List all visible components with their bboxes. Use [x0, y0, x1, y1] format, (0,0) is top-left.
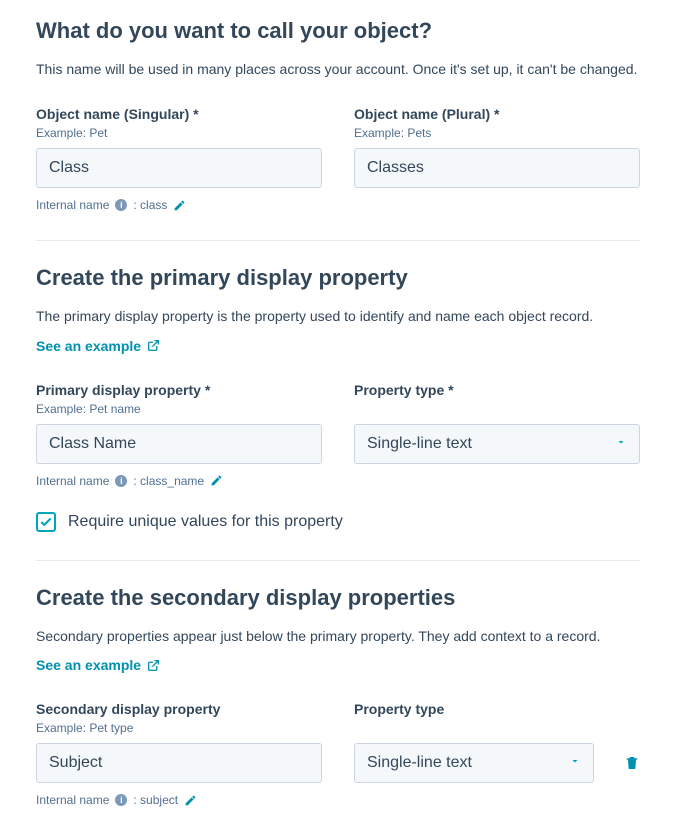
secondary-type-value: Single-line text [367, 754, 472, 772]
secondary-internal-label: Internal name [36, 793, 109, 807]
secondary-internal-value: : subject [133, 793, 178, 807]
primary-type-value: Single-line text [367, 435, 472, 453]
primary-internal-label: Internal name [36, 474, 109, 488]
info-icon[interactable]: i [115, 794, 127, 806]
section1-desc: This name will be used in many places ac… [36, 58, 640, 80]
spacer [354, 721, 604, 735]
info-icon[interactable]: i [115, 199, 127, 211]
plural-example: Example: Pets [354, 126, 640, 140]
secondary-property-row: Secondary display property Example: Pet … [36, 701, 640, 807]
chevron-down-icon [615, 435, 627, 453]
pencil-icon[interactable] [184, 794, 197, 807]
see-example-label: See an example [36, 657, 141, 673]
secondary-input[interactable] [36, 743, 322, 783]
singular-example: Example: Pet [36, 126, 322, 140]
secondary-label: Secondary display property [36, 701, 322, 717]
secondary-type-label: Property type [354, 701, 604, 717]
see-example-label: See an example [36, 338, 141, 354]
primary-type-label: Property type * [354, 382, 640, 398]
section3-title: Create the secondary display properties [36, 585, 640, 611]
pencil-icon[interactable] [173, 199, 186, 212]
divider [36, 560, 640, 561]
secondary-type-select[interactable]: Single-line text [354, 743, 594, 783]
see-example-link-secondary[interactable]: See an example [36, 657, 160, 673]
primary-label: Primary display property * [36, 382, 322, 398]
primary-type-select[interactable]: Single-line text [354, 424, 640, 464]
plural-input[interactable] [354, 148, 640, 188]
spacer [354, 402, 640, 416]
section3-desc: Secondary properties appear just below t… [36, 625, 640, 647]
require-unique-label: Require unique values for this property [68, 513, 343, 531]
singular-input[interactable] [36, 148, 322, 188]
delete-property-button[interactable] [624, 743, 640, 783]
primary-input[interactable] [36, 424, 322, 464]
section1-title: What do you want to call your object? [36, 18, 640, 44]
chevron-down-icon [569, 754, 581, 772]
section2-title: Create the primary display property [36, 265, 640, 291]
primary-property-row: Primary display property * Example: Pet … [36, 382, 640, 488]
require-unique-checkbox[interactable] [36, 512, 56, 532]
divider [36, 240, 640, 241]
singular-label: Object name (Singular) * [36, 106, 322, 122]
object-name-row: Object name (Singular) * Example: Pet In… [36, 106, 640, 212]
primary-internal-value: : class_name [133, 474, 204, 488]
primary-example: Example: Pet name [36, 402, 322, 416]
external-link-icon [147, 339, 160, 352]
pencil-icon[interactable] [210, 474, 223, 487]
secondary-example: Example: Pet type [36, 721, 322, 735]
section2-desc: The primary display property is the prop… [36, 305, 640, 327]
info-icon[interactable]: i [115, 475, 127, 487]
plural-label: Object name (Plural) * [354, 106, 640, 122]
singular-internal-label: Internal name [36, 198, 109, 212]
see-example-link-primary[interactable]: See an example [36, 338, 160, 354]
external-link-icon [147, 659, 160, 672]
singular-internal-value: : class [133, 198, 167, 212]
